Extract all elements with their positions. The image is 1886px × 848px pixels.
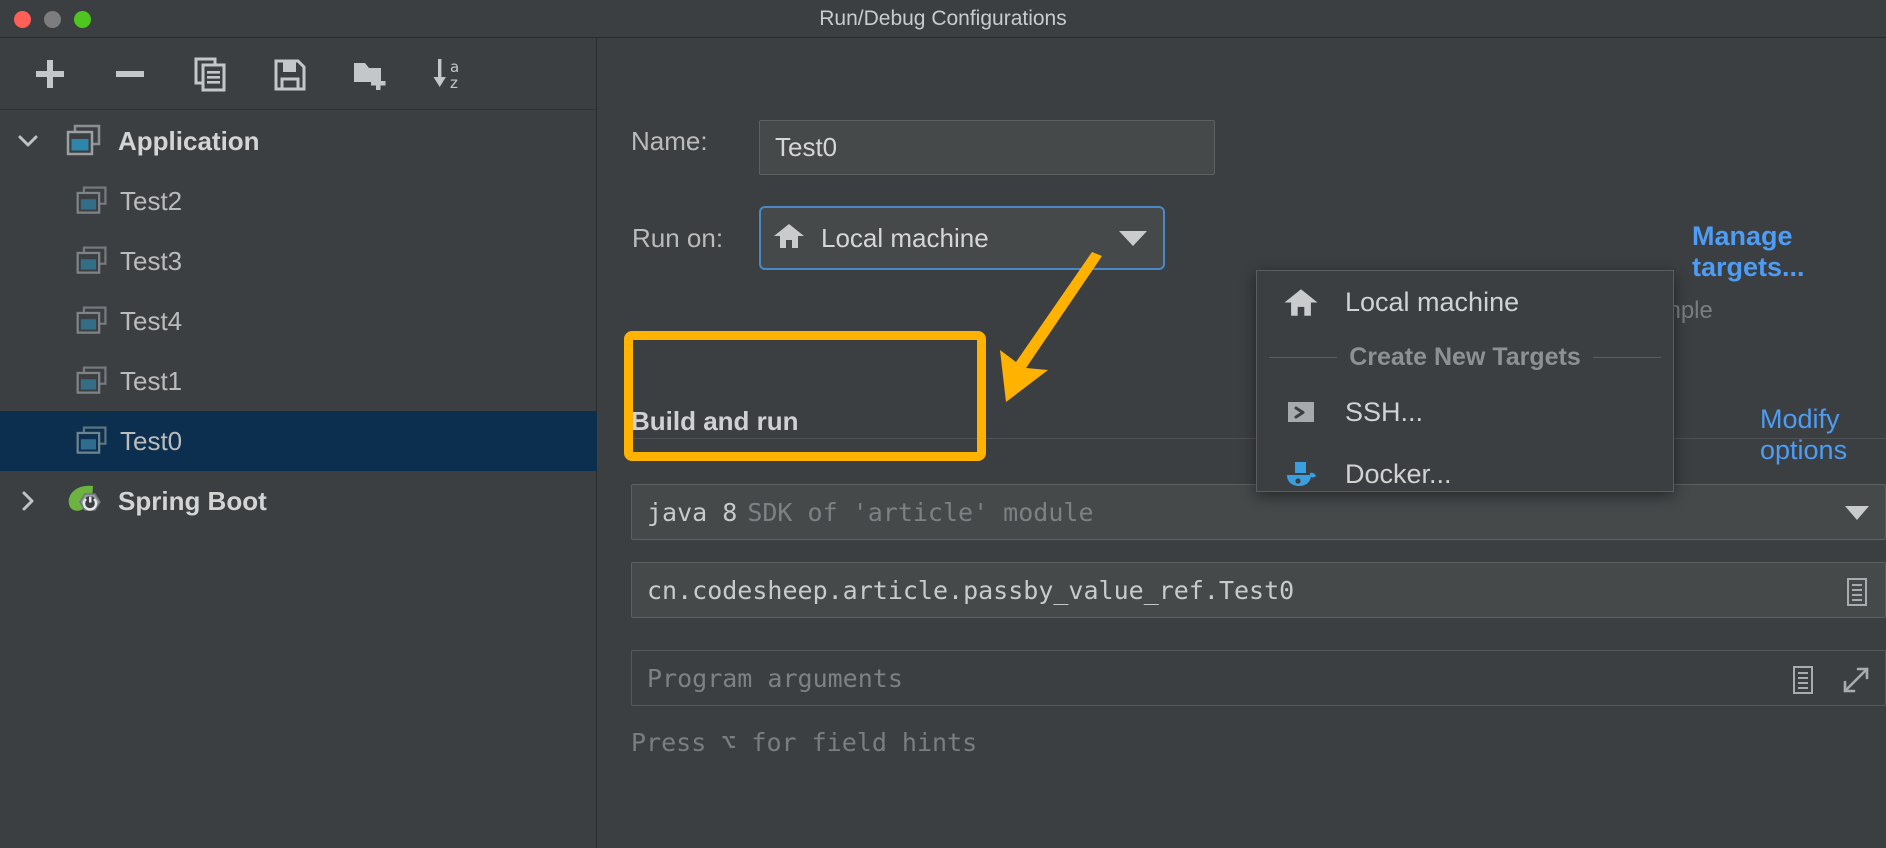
program-arguments-placeholder: Program arguments [647,664,903,693]
remove-configuration-button[interactable] [90,44,170,104]
svg-text:z: z [450,74,458,92]
tree-item-test1[interactable]: Test1 [0,351,597,411]
tree-item-test4[interactable]: Test4 [0,291,597,351]
new-folder-button[interactable] [330,44,410,104]
home-icon [773,221,805,256]
tree-item-label: Test3 [114,246,182,277]
tree-item-test2[interactable]: Test2 [0,171,597,231]
docker-whale-icon [1257,458,1345,490]
tree-item-label: Application [112,126,260,157]
name-input[interactable]: Test0 [759,120,1215,175]
configuration-editor-pane: Name: Test0 Store as project file Run on… [598,38,1886,848]
main-class-value: cn.codesheep.article.passby_value_ref.Te… [647,576,1294,605]
tree-item-test0[interactable]: Test0 [0,411,597,471]
ssh-terminal-icon [1257,396,1345,428]
run-debug-configurations-dialog: Run/Debug Configurations [0,0,1886,848]
modify-options-link[interactable]: Modify options [1760,404,1886,466]
separator-line-right [1593,357,1661,358]
sdk-value: java 8 [647,498,737,527]
tree-item-label: Test2 [114,186,182,217]
field-hints-note: Press ⌥ for field hints [631,728,977,757]
copy-configuration-button[interactable] [170,44,250,104]
run-on-field-label: Run on: [632,223,723,254]
configurations-tree[interactable]: Application Test2 [0,111,597,848]
tree-item-label: Test4 [114,306,182,337]
spring-boot-icon [56,482,112,520]
tree-group-spring-boot[interactable]: Spring Boot [0,471,597,531]
configurations-toolbar: a z [0,38,597,110]
build-and-run-section-title: Build and run [631,406,799,437]
application-icon [56,124,112,158]
dropdown-item-label: Local machine [1345,287,1519,318]
tree-item-label: Test1 [114,366,182,397]
application-icon [70,305,114,337]
browse-class-icon[interactable] [1843,577,1871,614]
dropdown-item-label: SSH... [1345,397,1423,428]
main-class-input[interactable]: cn.codesheep.article.passby_value_ref.Te… [631,562,1886,618]
tree-item-label: Spring Boot [112,486,267,517]
application-icon [70,185,114,217]
dropdown-item-local-machine[interactable]: Local machine [1257,271,1673,333]
separator-line-left [1269,357,1337,358]
tree-group-application[interactable]: Application [0,111,597,171]
home-icon [1257,286,1345,319]
sdk-placeholder: SDK of 'article' module [747,498,1093,527]
application-icon [70,365,114,397]
sort-configurations-button[interactable]: a z [410,44,490,104]
add-configuration-button[interactable] [10,44,90,104]
dropdown-separator-label: Create New Targets [1349,343,1581,372]
chevron-down-icon[interactable] [1119,231,1147,246]
name-field-label: Name: [631,126,708,157]
configurations-sidebar: a z Application [0,38,597,848]
chevron-down-icon[interactable] [0,126,56,156]
chevron-down-icon[interactable] [1845,506,1869,520]
dropdown-item-ssh[interactable]: SSH... [1257,381,1673,443]
chevron-right-icon[interactable] [0,486,56,516]
expand-icon[interactable] [1841,665,1871,702]
dropdown-item-label: Docker... [1345,459,1452,490]
program-arguments-input[interactable]: Program arguments [631,650,1886,706]
application-icon [70,425,114,457]
save-configuration-button[interactable] [250,44,330,104]
name-input-value: Test0 [775,132,837,163]
window-title: Run/Debug Configurations [0,0,1886,38]
dropdown-separator-create-new-targets: Create New Targets [1257,333,1673,381]
run-on-value: Local machine [821,223,1119,254]
window-titlebar: Run/Debug Configurations [0,0,1886,38]
manage-targets-link[interactable]: Manage targets... [1692,221,1886,283]
insert-macro-icon[interactable] [1789,665,1817,702]
application-icon [70,245,114,277]
run-on-combobox[interactable]: Local machine [759,206,1165,270]
tree-item-test3[interactable]: Test3 [0,231,597,291]
dropdown-item-docker[interactable]: Docker... [1257,443,1673,505]
tree-item-label: Test0 [114,426,182,457]
run-on-dropdown-popup[interactable]: Local machine Create New Targets SSH... [1256,270,1674,492]
